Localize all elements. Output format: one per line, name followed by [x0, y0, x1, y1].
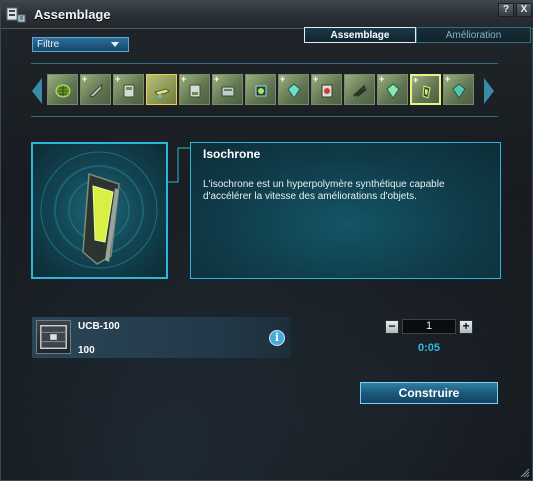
recipe-item-gem-1[interactable]: +: [278, 74, 309, 105]
blaster-icon: [154, 88, 170, 98]
recipe-item-strip: + + + + + + + + +: [47, 74, 477, 107]
upgrade-plus: +: [214, 74, 220, 84]
window-title: Assemblage: [34, 7, 111, 22]
divider-bottom: [31, 116, 498, 117]
upgrade-plus: +: [115, 74, 121, 84]
chevron-down-icon: [111, 42, 119, 47]
isochrone-preview-image: [40, 151, 158, 269]
filter-dropdown[interactable]: Filtre: [32, 37, 129, 52]
gem-icon: [452, 83, 466, 99]
recipe-item-gem-2[interactable]: +: [377, 74, 408, 105]
assembly-window: Assemblage ? X Filtre Assemblage Amélior…: [0, 0, 533, 481]
divider-top: [31, 63, 498, 64]
crate-icon: [36, 320, 71, 354]
recipe-item-wrench[interactable]: +: [80, 74, 111, 105]
recipe-item-mesh-disc[interactable]: [47, 74, 78, 105]
tab-assemblage[interactable]: Assemblage: [304, 27, 416, 43]
recipe-item-blaster[interactable]: [146, 74, 177, 105]
quantity-decrement-button[interactable]: −: [385, 320, 399, 334]
build-button[interactable]: Construire: [360, 382, 498, 404]
close-button[interactable]: X: [516, 3, 532, 17]
antenna-icon: [353, 85, 367, 97]
scroll-left-arrow-icon[interactable]: [32, 78, 42, 104]
isochrone-icon: [422, 85, 431, 99]
quantity-increment-button[interactable]: +: [459, 320, 473, 334]
upgrade-plus: +: [280, 74, 286, 84]
upgrade-plus: +: [82, 74, 88, 84]
wrench-icon: [89, 83, 103, 98]
material-quantity: 100: [78, 345, 95, 356]
window-controls: ? X: [498, 3, 532, 17]
preview-connector-line: [168, 147, 192, 183]
item-preview: [31, 142, 168, 279]
mesh-disc-icon: [55, 84, 71, 98]
armor-plate-icon: [189, 84, 201, 98]
recipe-item-chip[interactable]: [245, 74, 276, 105]
recipe-item-isochrone[interactable]: +: [410, 74, 441, 105]
recipe-item-shield-module[interactable]: +: [212, 74, 243, 105]
recipe-item-armor-plate-1[interactable]: +: [113, 74, 144, 105]
scroll-right-arrow-icon[interactable]: [484, 78, 494, 104]
item-description: L'isochrone est un hyperpolymère synthét…: [203, 179, 445, 202]
assembly-icon: [6, 7, 26, 23]
recipe-item-red-core[interactable]: +: [311, 74, 342, 105]
filter-label: Filtre: [37, 39, 60, 50]
material-requirement-row: UCB-100 100 i: [32, 317, 291, 358]
tab-amelioration[interactable]: Amélioration: [416, 27, 531, 43]
info-icon[interactable]: i: [269, 330, 285, 346]
upgrade-plus: +: [313, 74, 319, 84]
recipe-item-armor-plate-2[interactable]: +: [179, 74, 210, 105]
title-bar[interactable]: Assemblage ? X: [1, 1, 533, 29]
help-button[interactable]: ?: [498, 3, 514, 17]
gem-icon: [386, 83, 400, 99]
gem-icon: [287, 83, 301, 99]
material-name: UCB-100: [78, 321, 120, 332]
armor-plate-icon: [123, 84, 135, 98]
item-info-panel: Isochrone L'isochrone est un hyperpolymè…: [190, 142, 501, 279]
shield-module-icon: [221, 86, 235, 97]
red-core-icon: [321, 84, 333, 98]
item-title: Isochrone: [203, 147, 261, 161]
upgrade-plus: +: [181, 74, 187, 84]
upgrade-plus: +: [379, 74, 385, 84]
chip-icon: [255, 85, 267, 97]
upgrade-plus: +: [413, 75, 419, 85]
mode-tabs: Assemblage Amélioration: [304, 27, 531, 43]
quantity-input[interactable]: 1: [402, 319, 456, 334]
recipe-item-gem-3[interactable]: +: [443, 74, 474, 105]
resize-grip-icon[interactable]: [520, 468, 530, 478]
recipe-item-antenna[interactable]: [344, 74, 375, 105]
upgrade-plus: +: [445, 74, 451, 84]
build-timer: 0:05: [417, 342, 441, 354]
